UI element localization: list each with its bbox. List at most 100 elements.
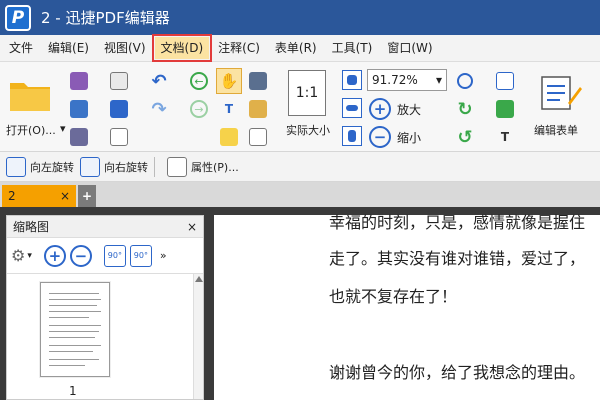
edit-form-button[interactable] bbox=[536, 70, 584, 116]
zoom-select[interactable]: 91.72% ▾ bbox=[367, 69, 447, 91]
rotate-right-label: 向右旋转 bbox=[104, 160, 148, 174]
actual-size-icon: 1:1 bbox=[295, 85, 319, 101]
thumbnail-zoom-in-button[interactable]: + bbox=[43, 244, 66, 267]
zoom-in-label: 放大 bbox=[397, 102, 422, 117]
fit-page-button[interactable] bbox=[342, 70, 362, 90]
open-button[interactable] bbox=[6, 70, 54, 118]
redo-icon: ↷ bbox=[151, 98, 167, 120]
rotate-left-button[interactable]: 向左旋转 bbox=[6, 156, 74, 177]
menu-tools[interactable]: 工具(T) bbox=[326, 37, 379, 59]
menu-document[interactable]: 文档(D) bbox=[151, 34, 213, 62]
hand-tool-button[interactable]: ✋ bbox=[216, 68, 242, 94]
document-tab[interactable]: 2 × bbox=[2, 185, 76, 207]
clipboard-icon bbox=[249, 100, 267, 118]
properties-label: 属性(P)... bbox=[191, 160, 239, 174]
thumbnail-rotate-right-button[interactable]: 90° bbox=[129, 244, 152, 267]
chevron-down-icon: ▾ bbox=[435, 73, 442, 87]
document-text-line: 也就不复存在了！ bbox=[329, 287, 458, 306]
actual-size-button[interactable]: 1:1 bbox=[288, 70, 326, 116]
next-view-button[interactable]: → bbox=[188, 98, 210, 120]
page-button[interactable] bbox=[246, 126, 270, 148]
image-icon bbox=[496, 100, 514, 118]
previous-view-button[interactable]: ← bbox=[188, 70, 210, 92]
email-button[interactable] bbox=[106, 70, 132, 92]
undo-button[interactable]: ↶ bbox=[146, 70, 172, 92]
menu-bar: 文件 编辑(E) 视图(V) 文档(D) 注释(C) 表单(R) 工具(T) 窗… bbox=[0, 34, 600, 62]
thumbnail-panel-header: 缩略图 × bbox=[7, 216, 203, 238]
zoom-in-button[interactable]: + 放大 bbox=[367, 98, 427, 120]
thumbnail-scrollbar[interactable] bbox=[193, 274, 203, 399]
document-text-line: 谢谢曾今的你，给了我想念的理由。 bbox=[329, 363, 586, 382]
image-tool-button[interactable] bbox=[492, 98, 518, 120]
thumbnail-panel-title: 缩略图 bbox=[13, 220, 50, 234]
text-tool-button[interactable]: T bbox=[492, 126, 518, 148]
chevron-down-icon[interactable]: ▾ bbox=[60, 122, 66, 135]
folder-icon bbox=[10, 83, 50, 111]
document-page[interactable]: 幸福的时刻，只是，感情就像是握住 走了。其实没有谁对谁错，爱过了， 也就不复存在… bbox=[214, 213, 600, 400]
print-button[interactable] bbox=[68, 98, 90, 120]
rotate-cw-icon: ↻ bbox=[457, 98, 473, 120]
text-cursor-icon: T bbox=[224, 102, 234, 116]
close-icon[interactable]: × bbox=[187, 220, 197, 234]
thumbnail-text-line bbox=[49, 293, 99, 294]
rotate-left-icon bbox=[6, 156, 26, 177]
clipboard-button[interactable] bbox=[246, 98, 270, 120]
select-text-button[interactable]: T bbox=[216, 98, 242, 120]
zoom-out-button[interactable]: − 缩小 bbox=[367, 126, 427, 148]
rotate-right-icon bbox=[80, 156, 100, 177]
thumbnail-text-line bbox=[49, 305, 97, 306]
snapshot-button[interactable] bbox=[246, 70, 270, 92]
page-thumbnail[interactable] bbox=[40, 282, 110, 377]
camera-icon bbox=[249, 72, 267, 90]
thumbnail-rotate-left-button[interactable]: 90° bbox=[103, 244, 126, 267]
zoom-out-label: 缩小 bbox=[397, 130, 422, 145]
thumbnail-text-line bbox=[49, 359, 99, 360]
shape-tool-button[interactable] bbox=[492, 70, 518, 92]
export-button[interactable] bbox=[68, 126, 90, 148]
rotate-right-button[interactable]: 向右旋转 bbox=[80, 156, 148, 177]
thumbnail-text-line bbox=[49, 299, 101, 300]
actual-size-label[interactable]: 实际大小 bbox=[286, 122, 330, 138]
menu-file[interactable]: 文件 bbox=[3, 37, 39, 59]
thumbnail-text-line bbox=[49, 337, 95, 338]
arrow-left-icon: ← bbox=[190, 72, 208, 90]
zoom-value: 91.72% bbox=[372, 73, 418, 87]
menu-window[interactable]: 窗口(W) bbox=[381, 37, 438, 59]
title-bar: P 2 - 迅捷PDF编辑器 bbox=[0, 0, 600, 35]
edit-form-label[interactable]: 编辑表单 bbox=[534, 122, 578, 138]
save-button[interactable] bbox=[68, 70, 90, 92]
menu-view[interactable]: 视图(V) bbox=[98, 37, 152, 59]
close-icon[interactable]: × bbox=[60, 189, 70, 203]
magnifier-button[interactable] bbox=[452, 70, 478, 92]
gear-icon[interactable]: ⚙ bbox=[11, 246, 25, 265]
menu-comment[interactable]: 注释(C) bbox=[212, 37, 266, 59]
workspace: 缩略图 × ⚙ ▾ + − 90° 90° » 1 幸福的时刻，只是，感情就像是… bbox=[0, 207, 600, 400]
menu-form[interactable]: 表单(R) bbox=[269, 37, 323, 59]
rotate-left-label: 向左旋转 bbox=[30, 160, 74, 174]
document-tab-bar: 2 × + bbox=[0, 182, 600, 207]
chevron-down-icon[interactable]: ▾ bbox=[27, 251, 32, 261]
arrow-right-icon: → bbox=[190, 100, 208, 118]
thumbnail-text-line bbox=[49, 317, 89, 318]
properties-button[interactable]: 属性(P)... bbox=[167, 156, 239, 177]
fit-visible-button[interactable] bbox=[342, 126, 362, 146]
new-document-button[interactable] bbox=[106, 126, 132, 148]
save-icon bbox=[70, 72, 88, 90]
thumbnail-text-line bbox=[49, 311, 101, 312]
new-tab-button[interactable]: + bbox=[78, 185, 96, 207]
window-title: 2 - 迅捷PDF编辑器 bbox=[41, 9, 170, 27]
fit-width-button[interactable] bbox=[342, 98, 362, 118]
rotate-view-cw-button[interactable]: ↻ bbox=[452, 98, 478, 120]
scan-button[interactable] bbox=[106, 98, 132, 120]
thumbnail-text-line bbox=[49, 331, 99, 332]
menu-edit[interactable]: 编辑(E) bbox=[42, 37, 95, 59]
thumbnail-zoom-out-button[interactable]: − bbox=[69, 244, 92, 267]
note-button[interactable] bbox=[216, 126, 242, 148]
rotate-view-ccw-button[interactable]: ↺ bbox=[452, 126, 478, 148]
open-label[interactable]: 打开(O)... bbox=[6, 122, 56, 138]
shape-icon bbox=[496, 72, 514, 90]
scroll-up-icon[interactable] bbox=[194, 276, 203, 282]
thumbnail-list: 1 bbox=[7, 274, 203, 399]
more-chevron-icon[interactable]: » bbox=[160, 249, 167, 262]
redo-button[interactable]: ↷ bbox=[146, 98, 172, 120]
